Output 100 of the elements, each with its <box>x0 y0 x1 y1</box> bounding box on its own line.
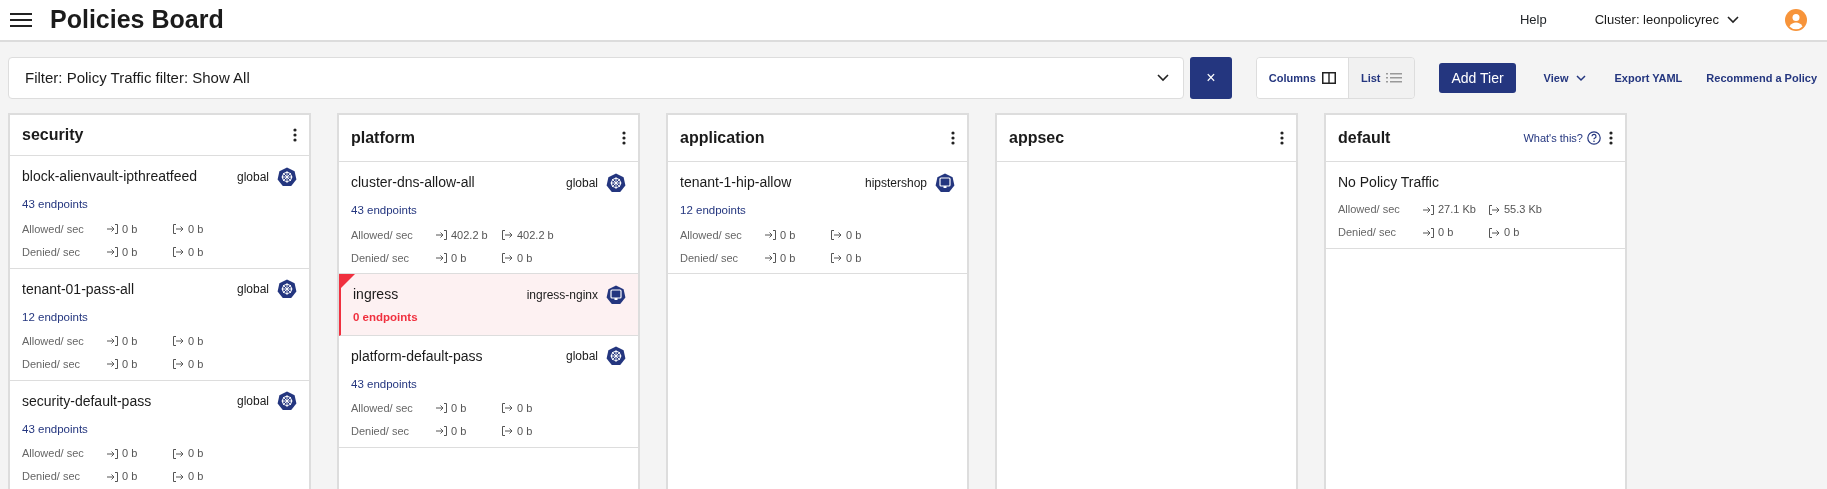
policy-card[interactable]: ingress ingress-nginx 0 endpoints <box>339 274 638 336</box>
traffic-value: 0 b <box>517 424 533 439</box>
add-tier-button[interactable]: Add Tier <box>1439 63 1516 93</box>
endpoints-link[interactable]: 12 endpoints <box>22 308 297 326</box>
traffic-value: 27.1 Kb <box>1438 202 1476 218</box>
traffic-value: 0 b <box>451 424 467 439</box>
export-yaml-link[interactable]: Export YAML <box>1614 69 1683 87</box>
endpoints-link[interactable]: 0 endpoints <box>353 309 626 327</box>
more-options-icon[interactable] <box>1280 131 1284 145</box>
egress-icon <box>830 228 842 241</box>
traffic-value: 0 b <box>780 227 796 243</box>
traffic-label: Allowed/ sec <box>680 227 743 243</box>
more-options-icon[interactable] <box>951 131 955 145</box>
egress-icon <box>172 470 184 483</box>
chevron-down-icon <box>1156 74 1169 82</box>
policy-name: tenant-1-hip-allow <box>680 173 792 192</box>
traffic-label: Allowed/ sec <box>351 227 414 243</box>
more-options-icon[interactable] <box>293 128 297 143</box>
policy-name: block-alienvault-ipthreatfeed <box>22 167 198 187</box>
scope-label: global <box>236 281 269 298</box>
monitor-icon <box>606 284 626 305</box>
egress-icon <box>172 246 184 258</box>
ingress-icon <box>435 402 447 415</box>
columns-icon <box>1321 72 1336 84</box>
policy-card[interactable]: security-default-pass global 43 endpoints Allowed/ sec 0 b 0 b Denied/ sec 0 b 0 b <box>10 380 309 489</box>
filter-dropdown[interactable]: Filter: Policy Traffic filter: Show All <box>8 57 1184 99</box>
wheel-icon <box>277 279 297 299</box>
clear-filter-button[interactable]: × <box>1189 57 1232 99</box>
ingress-icon <box>435 425 447 438</box>
traffic-value: 0 b <box>188 469 204 485</box>
traffic-value: 0 b <box>451 250 467 266</box>
policy-card[interactable]: No Policy Traffic Allowed/ sec 27.1 Kb 55.3 Kb Denied/ sec 0 b 0 b <box>1326 162 1625 249</box>
whats-this-link[interactable]: What's this? <box>1523 129 1601 147</box>
menu-icon[interactable] <box>10 12 32 28</box>
view-toggle-tab[interactable]: List <box>1347 58 1415 98</box>
wheel-icon <box>277 166 297 187</box>
view-menu-button[interactable]: View <box>1543 69 1587 87</box>
tier-title: application <box>680 128 765 148</box>
list-icon <box>1386 72 1403 84</box>
egress-icon <box>1488 226 1500 239</box>
egress-icon <box>172 447 184 460</box>
recommend-policy-link[interactable]: Recommend a Policy <box>1706 69 1817 87</box>
traffic-value: 0 b <box>122 357 138 372</box>
traffic-value: 0 b <box>517 401 533 416</box>
ingress-icon <box>106 223 118 235</box>
traffic-label: Denied/ sec <box>351 424 411 439</box>
warning-flag-icon <box>341 274 355 289</box>
policy-card[interactable]: tenant-01-pass-all global 12 endpoints Allowed/ sec 0 b 0 b Denied/ sec 0 b 0 b <box>10 268 309 381</box>
traffic-value: 0 b <box>188 357 204 372</box>
cluster-dropdown[interactable]: Cluster: leonpolicyrec <box>1594 10 1739 30</box>
ingress-icon <box>106 470 118 483</box>
traffic-value: 0 b <box>122 469 138 485</box>
traffic-value: 0 b <box>1504 225 1520 241</box>
scope-label: global <box>236 393 269 411</box>
tier-title: security <box>22 125 84 146</box>
endpoints-link[interactable]: 43 endpoints <box>351 202 626 220</box>
policy-card[interactable]: block-alienvault-ipthreatfeed global 43 endpoints Allowed/ sec 0 b 0 b Denied/ sec 0 b 0 b <box>10 156 309 269</box>
traffic-label: Allowed/ sec <box>22 334 85 349</box>
endpoints-link[interactable]: 12 endpoints <box>680 202 955 220</box>
ingress-icon <box>106 335 118 348</box>
policy-name: cluster-dns-allow-all <box>351 173 475 192</box>
traffic-value: 0 b <box>780 250 796 266</box>
chevron-down-icon <box>1727 16 1739 24</box>
view-toggle-tab[interactable]: Columns <box>1256 58 1348 98</box>
endpoints-link[interactable]: 43 endpoints <box>22 196 297 214</box>
policy-card[interactable]: tenant-1-hip-allow hipstershop 12 endpoints Allowed/ sec 0 b 0 b Denied/ sec 0 b 0 b <box>668 162 967 275</box>
ingress-icon <box>106 246 118 258</box>
traffic-label: Denied/ sec <box>351 250 411 266</box>
scope-label: ingress-nginx <box>526 286 598 304</box>
ingress-icon <box>1422 226 1434 239</box>
traffic-value: 0 b <box>188 221 204 237</box>
scope-label: global <box>565 174 598 192</box>
endpoints-link[interactable]: 43 endpoints <box>22 420 297 438</box>
policy-name: No Policy Traffic <box>1338 172 1439 192</box>
traffic-value: 0 b <box>188 446 204 462</box>
egress-icon <box>1488 203 1500 216</box>
traffic-label: Denied/ sec <box>680 250 740 266</box>
traffic-label: Allowed/ sec <box>351 401 414 416</box>
more-options-icon[interactable] <box>1609 131 1613 145</box>
wheel-icon <box>606 346 626 366</box>
more-options-icon[interactable] <box>622 131 626 145</box>
policy-card[interactable]: platform-default-pass global 43 endpoints Allowed/ sec 0 b 0 b Denied/ sec 0 b 0 b <box>339 335 638 448</box>
scope-label: hipstershop <box>864 174 927 192</box>
traffic-value: 0 b <box>122 244 138 260</box>
traffic-value: 0 b <box>122 446 138 462</box>
traffic-value: 0 b <box>122 334 138 349</box>
traffic-value: 402.2 b <box>451 227 488 243</box>
traffic-label: Allowed/ sec <box>22 221 85 237</box>
traffic-label: Denied/ sec <box>1338 225 1398 241</box>
traffic-value: 0 b <box>122 221 138 237</box>
scope-label: global <box>565 348 598 365</box>
help-link[interactable]: Help <box>1519 10 1547 30</box>
ingress-icon <box>1422 203 1434 216</box>
tier-title: appsec <box>1009 128 1065 148</box>
ingress-icon <box>435 228 447 241</box>
ingress-icon <box>106 358 118 371</box>
traffic-value: 0 b <box>846 227 862 243</box>
traffic-label: Denied/ sec <box>22 244 82 260</box>
endpoints-link[interactable]: 43 endpoints <box>351 375 626 393</box>
traffic-value: 0 b <box>451 401 467 416</box>
